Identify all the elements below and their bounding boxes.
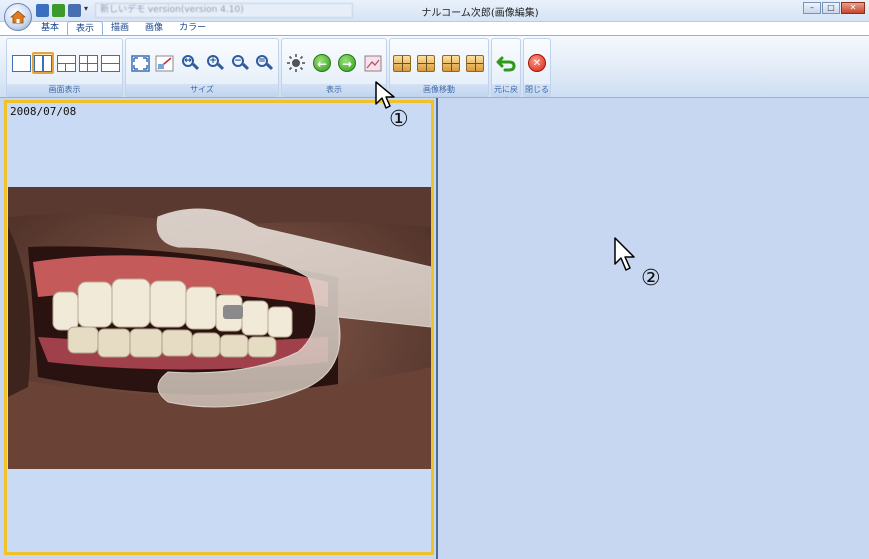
zoom-fit-button[interactable]: ↔	[179, 52, 201, 74]
image-panel-right[interactable]	[438, 100, 866, 557]
zoom-out-button[interactable]: −	[229, 52, 251, 74]
grid-icon	[393, 54, 411, 72]
undo-icon[interactable]	[52, 4, 65, 17]
annotation-marker-2: ②	[641, 266, 661, 291]
move-image-2-button[interactable]	[415, 52, 437, 74]
move-image-4-button[interactable]	[464, 52, 486, 74]
qat-dropdown-icon[interactable]: ▾	[84, 4, 88, 13]
close-icon: ✕	[528, 54, 546, 72]
layout-two-vertical-icon	[34, 54, 52, 72]
undo-button[interactable]	[495, 52, 517, 74]
zoom-reset-icon: =	[255, 54, 274, 72]
disk-icon[interactable]	[68, 4, 81, 17]
arrow-right-icon: →	[338, 54, 356, 72]
group-label-image-move: 画像移動	[390, 84, 488, 96]
group-label-undo: 元に戻す	[492, 84, 520, 106]
zoom-in-icon: +	[206, 54, 225, 72]
dental-photo	[8, 187, 431, 469]
layout-four-icon	[78, 54, 98, 72]
arrow-left-icon: ←	[313, 54, 331, 72]
group-undo: 元に戻す	[491, 38, 521, 106]
ribbon: 画面表示 ↔ + − = サイズ ← → 表示 画像移動 元に戻 ✕ 閉じる	[0, 35, 869, 106]
home-icon	[10, 10, 26, 24]
layout-three-button[interactable]	[55, 52, 77, 74]
image-icon	[364, 55, 382, 71]
layout-two-horizontal-icon	[100, 54, 120, 72]
ribbon-tabs: 基本 表示 描画 画像 カラー	[33, 21, 214, 36]
layout-four-button[interactable]	[77, 52, 99, 74]
image-date-label: 2008/07/08	[10, 105, 77, 118]
group-size: ↔ + − = サイズ	[125, 38, 279, 97]
grid-icon	[417, 54, 435, 72]
image-info-button[interactable]	[362, 52, 384, 74]
layout-single-button[interactable]	[10, 52, 32, 74]
fit-screen-icon	[130, 54, 150, 72]
minimize-button[interactable]: –	[803, 2, 821, 14]
next-image-button[interactable]: →	[336, 52, 358, 74]
close-window-button[interactable]: ✕	[841, 2, 865, 14]
save-icon[interactable]	[36, 4, 49, 17]
grid-icon	[442, 54, 460, 72]
image-panel-left[interactable]: 2008/07/08	[4, 100, 434, 555]
document-field: 新しいデモ version(version 4.10)	[95, 3, 353, 18]
mouse-cursor-2-icon	[614, 237, 635, 271]
group-label-screen-display: 画面表示	[7, 84, 122, 96]
title-bar: ▾ 新しいデモ version(version 4.10) ナルコーム次郎(画像…	[0, 0, 869, 22]
annotation-marker-1: ①	[389, 107, 409, 132]
dental-photo-image	[8, 187, 431, 469]
tab-draw[interactable]: 描画	[103, 21, 137, 36]
zoom-reset-button[interactable]: =	[253, 52, 275, 74]
group-close: ✕ 閉じる	[523, 38, 551, 97]
quick-access-toolbar	[36, 4, 81, 17]
sun-icon	[287, 54, 305, 72]
zoom-fit-icon: ↔	[181, 54, 200, 72]
app-menu-button[interactable]	[4, 3, 32, 31]
brightness-button[interactable]	[285, 52, 307, 74]
group-label-display: 表示	[282, 84, 386, 96]
previous-image-button[interactable]: ←	[311, 52, 333, 74]
zoom-in-button[interactable]: +	[204, 52, 226, 74]
group-label-close: 閉じる	[524, 84, 550, 96]
move-image-3-button[interactable]	[440, 52, 462, 74]
window-controls: – □ ✕	[803, 2, 865, 14]
maximize-button[interactable]: □	[822, 2, 840, 14]
window-title: ナルコーム次郎(画像編集)	[421, 8, 539, 19]
tab-basic[interactable]: 基本	[33, 21, 67, 36]
fit-screen-button[interactable]	[129, 52, 151, 74]
group-screen-display: 画面表示	[6, 38, 123, 97]
layout-two-horizontal-button[interactable]	[99, 52, 121, 74]
group-display: ← → 表示	[281, 38, 387, 97]
group-image-move: 画像移動	[389, 38, 489, 97]
zoom-out-icon: −	[231, 54, 250, 72]
layout-three-icon	[56, 54, 76, 72]
resize-icon	[155, 55, 173, 71]
tab-image[interactable]: 画像	[137, 21, 171, 36]
image-workspace: 2008/07/08	[0, 98, 869, 559]
layout-single-icon	[11, 54, 31, 72]
layout-two-vertical-button[interactable]	[32, 52, 54, 74]
tab-color[interactable]: カラー	[171, 21, 214, 36]
grid-icon	[466, 54, 484, 72]
group-label-size: サイズ	[126, 84, 278, 96]
move-image-1-button[interactable]	[391, 52, 413, 74]
undo-arrow-icon	[496, 56, 516, 72]
tab-view[interactable]: 表示	[67, 21, 104, 36]
close-button[interactable]: ✕	[526, 52, 548, 74]
actual-size-button[interactable]	[153, 52, 175, 74]
